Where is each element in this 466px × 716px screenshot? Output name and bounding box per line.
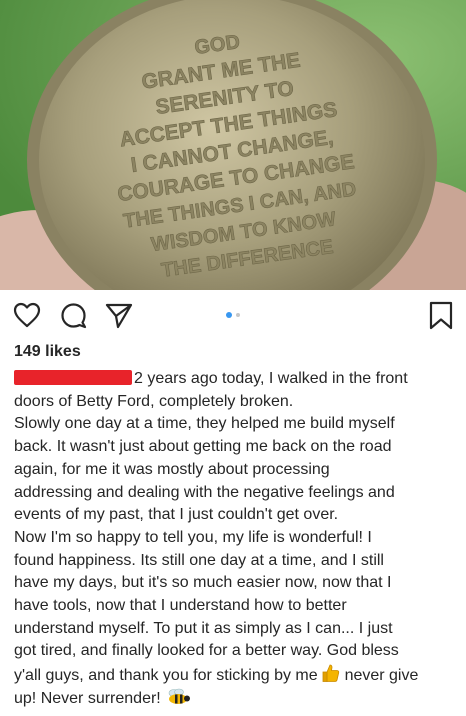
comment-icon[interactable]: [60, 302, 87, 329]
caption-line: addressing and dealing with the negative…: [14, 483, 395, 501]
bookmark-icon[interactable]: [428, 301, 454, 330]
paper-plane-icon[interactable]: [105, 302, 133, 329]
caption-line: understand myself. To put it as simply a…: [14, 619, 393, 637]
caption-line: again, for me it was mostly about proces…: [14, 460, 330, 478]
caption-text: up! Never surrender!: [14, 689, 161, 707]
post-caption: 2 years ago today, I walked in the front…: [14, 368, 454, 711]
caption-line: 2 years ago today, I walked in the front: [14, 368, 454, 391]
caption-text: 2 years ago today, I walked in the front: [134, 370, 408, 387]
likes-count[interactable]: 149 likes: [14, 343, 81, 361]
caption-line: up! Never surrender!: [14, 688, 454, 711]
caption-text: y'all guys, and thank you for sticking b…: [14, 667, 318, 685]
post-action-bar: [0, 290, 466, 338]
carousel-indicator: [226, 312, 246, 318]
carousel-dot: [236, 313, 240, 317]
caption-line: events of my past, that I just couldn't …: [14, 506, 339, 524]
caption-line: Slowly one day at a time, they helped me…: [14, 415, 395, 433]
caption-line: have tools, now that I understand how to…: [14, 597, 347, 615]
coin-photo-graphic: GODGRANT ME THESERENITY TOACCEPT THE THI…: [0, 0, 466, 290]
caption-line: Now I'm so happy to tell you, my life is…: [14, 528, 372, 546]
heart-icon[interactable]: [13, 302, 41, 328]
post-photo[interactable]: GOD GRANT ME THE SERENITY TO ACCEPT THE THI…: [0, 0, 466, 290]
thumbs-up-icon: [322, 664, 340, 683]
redacted-username: [14, 370, 132, 385]
caption-line: found happiness. Its still one day at a …: [14, 551, 384, 569]
caption-line: back. It wasn't just about getting me ba…: [14, 438, 392, 456]
bee-icon: [168, 688, 191, 704]
caption-line: doors of Betty Ford, completely broken.: [14, 392, 294, 410]
caption-line: y'all guys, and thank you for sticking b…: [14, 663, 454, 688]
caption-text: never give: [344, 667, 419, 685]
carousel-dot-active: [226, 312, 232, 318]
caption-line: got tired, and finally looked for a bett…: [14, 642, 399, 660]
caption-line: have my days, but it's so much easier no…: [14, 574, 392, 592]
